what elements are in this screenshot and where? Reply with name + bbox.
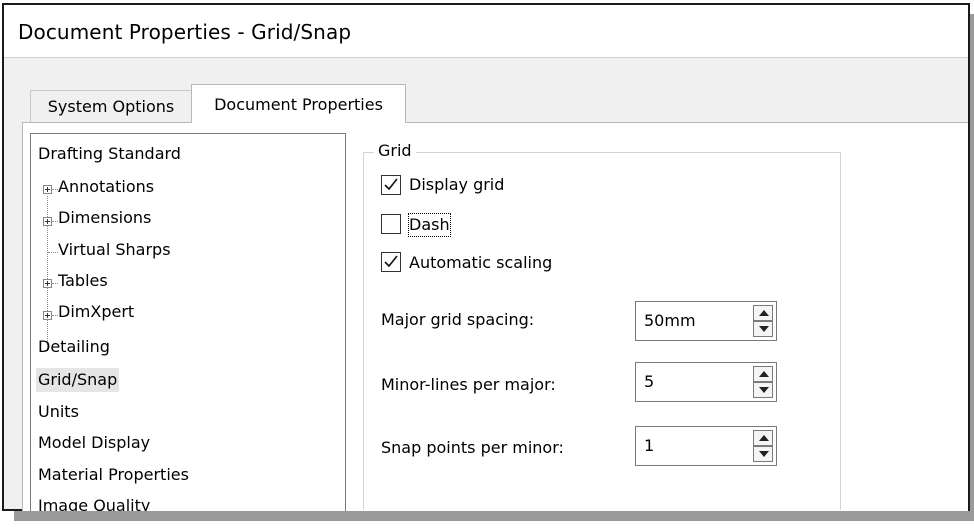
checkmark-icon: [384, 178, 398, 191]
snap-points-per-minor-label: Snap points per minor:: [381, 438, 564, 457]
expand-annotations-icon[interactable]: [43, 185, 52, 194]
minor-lines-per-major-spinbox[interactable]: 5: [635, 362, 777, 402]
expand-dimensions-icon[interactable]: [43, 217, 52, 226]
snap-points-per-minor-spinbox[interactable]: 1: [635, 426, 777, 466]
checkmark-icon: [384, 255, 398, 268]
tree-item-virtual-sharps[interactable]: Virtual Sharps: [56, 238, 173, 262]
grid-group-label: Grid: [374, 140, 416, 162]
spin-down-icon[interactable]: [753, 321, 773, 337]
tree-item-grid-snap[interactable]: Grid/Snap: [36, 368, 120, 392]
spin-down-icon[interactable]: [753, 382, 773, 398]
major-grid-spacing-spinbox[interactable]: 50mm: [635, 301, 777, 341]
major-grid-spacing-label: Major grid spacing:: [381, 310, 535, 329]
tree-item-material-properties[interactable]: Material Properties: [36, 463, 191, 487]
tree-item-annotations[interactable]: Annotations: [56, 175, 156, 199]
tree-item-dimensions[interactable]: Dimensions: [56, 206, 153, 230]
dash-checkbox[interactable]: [381, 214, 401, 234]
tab-system-options[interactable]: System Options: [30, 90, 192, 122]
tree-item-drafting-standard[interactable]: Drafting Standard: [36, 142, 183, 166]
spin-up-icon[interactable]: [753, 430, 773, 446]
automatic-scaling-label[interactable]: Automatic scaling: [409, 252, 552, 274]
title-bar: Document Properties - Grid/Snap: [4, 5, 968, 58]
tree-item-dimxpert[interactable]: DimXpert: [56, 300, 136, 324]
window-title: Document Properties - Grid/Snap: [18, 20, 352, 44]
automatic-scaling-checkbox[interactable]: [381, 252, 401, 272]
expand-tables-icon[interactable]: [43, 279, 52, 288]
display-grid-label[interactable]: Display grid: [409, 174, 504, 196]
display-grid-checkbox[interactable]: [381, 175, 401, 195]
window-shadow-bottom: [14, 511, 972, 521]
spin-down-icon[interactable]: [753, 446, 773, 462]
tree-item-image-quality[interactable]: Image Quality: [36, 494, 152, 511]
minor-lines-per-major-label: Minor-lines per major:: [381, 375, 556, 394]
tree-item-units[interactable]: Units: [36, 400, 81, 424]
spin-up-icon[interactable]: [753, 305, 773, 321]
major-grid-spacing-value[interactable]: 50mm: [644, 310, 696, 332]
tree-item-model-display[interactable]: Model Display: [36, 431, 152, 455]
expand-dimxpert-icon[interactable]: [43, 311, 52, 320]
tab-document-properties[interactable]: Document Properties: [191, 84, 406, 123]
dash-label[interactable]: Dash: [408, 213, 451, 237]
window-shadow-right: [970, 14, 974, 521]
spin-up-icon[interactable]: [753, 366, 773, 382]
minor-lines-per-major-value[interactable]: 5: [644, 371, 654, 393]
tree-item-tables[interactable]: Tables: [56, 269, 110, 293]
options-tree[interactable]: Drafting Standard Annotations Dimensions…: [30, 133, 346, 511]
tree-item-detailing[interactable]: Detailing: [36, 335, 112, 359]
snap-points-per-minor-value[interactable]: 1: [644, 435, 654, 457]
